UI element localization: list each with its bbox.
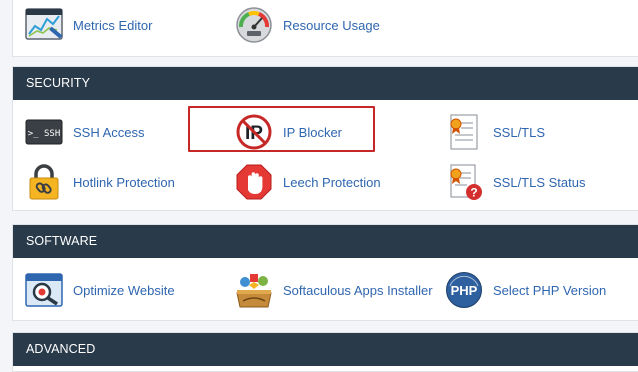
stop-hand-icon — [235, 163, 273, 201]
metrics-editor-link[interactable]: Metrics Editor — [25, 5, 152, 45]
optimize-website-icon — [25, 271, 63, 309]
ssh-access-link[interactable]: >_ SSH SSH Access — [25, 112, 145, 152]
resource-usage-link[interactable]: Resource Usage — [235, 5, 380, 45]
softaculous-link[interactable]: Softaculous Apps Installer — [235, 270, 433, 310]
php-icon-text: PHP — [451, 283, 478, 298]
software-header[interactable]: SOFTWARE — [13, 225, 638, 258]
ssl-tls-status-label: SSL/TLS Status — [493, 174, 586, 190]
advanced-header[interactable]: ADVANCED — [13, 333, 638, 366]
select-php-version-link[interactable]: PHP Select PHP Version — [445, 270, 606, 310]
resource-usage-icon — [235, 6, 273, 44]
select-php-version-label: Select PHP Version — [493, 282, 607, 298]
hotlink-protection-link[interactable]: Hotlink Protection — [25, 162, 175, 202]
php-icon: PHP — [445, 271, 483, 309]
ssh-access-label: SSH Access — [73, 124, 145, 140]
ssh-icon-text: >_ SSH — [28, 129, 61, 139]
ssl-status-icon: ? — [445, 163, 483, 201]
svg-text:?: ? — [470, 186, 477, 200]
metrics-editor-icon — [25, 6, 63, 44]
security-header[interactable]: SECURITY — [13, 67, 638, 100]
padlock-icon — [25, 163, 63, 201]
ssl-certificate-icon — [445, 113, 483, 151]
software-panel: SOFTWARE Optimize Website Softaculous Ap… — [12, 224, 638, 321]
ssl-tls-link[interactable]: SSL/TLS — [445, 112, 545, 152]
hotlink-protection-label: Hotlink Protection — [73, 174, 175, 190]
ssl-tls-label: SSL/TLS — [493, 124, 546, 140]
ssh-icon: >_ SSH — [25, 113, 63, 151]
softaculous-label: Softaculous Apps Installer — [283, 282, 433, 298]
advanced-panel: ADVANCED — [12, 332, 638, 372]
optimize-website-link[interactable]: Optimize Website — [25, 270, 175, 310]
tools-panel: Metrics Editor Resource Usage — [12, 0, 638, 57]
ssl-tls-status-link[interactable]: ? SSL/TLS Status — [445, 162, 586, 202]
leech-protection-link[interactable]: Leech Protection — [235, 162, 381, 202]
leech-protection-label: Leech Protection — [283, 174, 381, 190]
softaculous-icon — [235, 271, 273, 309]
ip-blocker-highlight — [188, 106, 375, 152]
optimize-website-label: Optimize Website — [73, 282, 175, 298]
metrics-editor-label: Metrics Editor — [73, 17, 153, 33]
resource-usage-label: Resource Usage — [283, 17, 380, 33]
